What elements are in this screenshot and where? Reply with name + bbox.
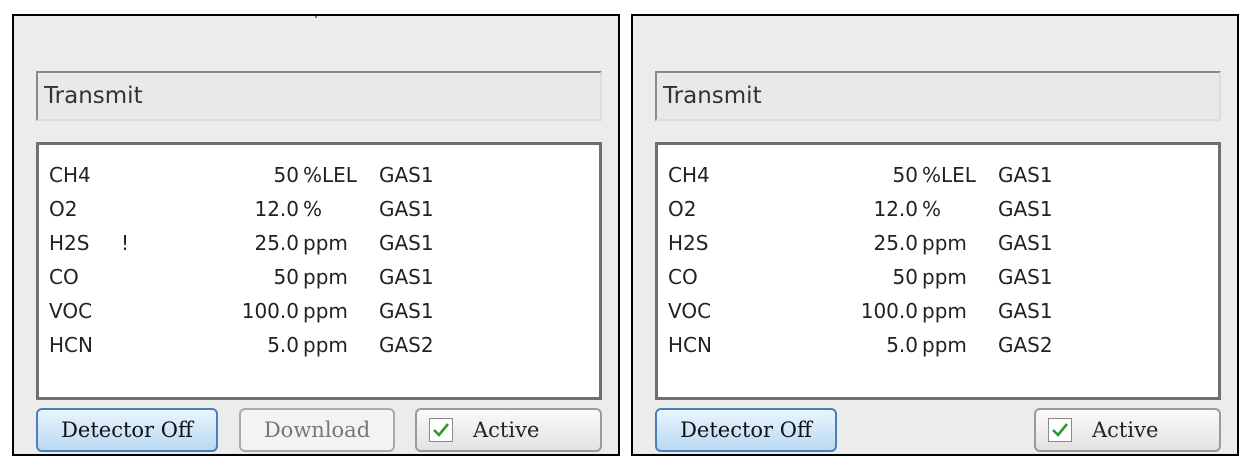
gas-channel: GAS1 — [998, 163, 1053, 187]
gas-name: CH4 — [668, 163, 710, 187]
gas-name: H2S — [668, 231, 709, 255]
gas-channel: GAS1 — [379, 231, 434, 255]
status-field: Transmit — [36, 71, 602, 121]
gas-value: 100.0 — [241, 299, 299, 323]
gas-unit: % — [922, 197, 942, 221]
gas-unit: %LEL — [303, 163, 357, 187]
gas-name: O2 — [668, 197, 697, 221]
detector-panel-right: Transmit CH4 50 %LEL GAS1 O2 12.0 % GAS1… — [631, 14, 1239, 456]
detector-panel-left: Transmit CH4 50 %LEL GAS1 O2 12.0 % GAS1… — [12, 14, 620, 456]
gas-channel: GAS1 — [379, 163, 434, 187]
gas-value: 25.0 — [873, 231, 918, 255]
gas-unit: %LEL — [922, 163, 976, 187]
reading-row: HCN 5.0 ppm GAS2 — [39, 329, 599, 363]
detector-off-button[interactable]: Detector Off — [655, 408, 837, 452]
gas-unit: ppm — [922, 231, 967, 255]
reading-row: CO 50 ppm GAS1 — [658, 261, 1218, 295]
active-checkbox[interactable]: Active — [415, 408, 602, 452]
readings-list: CH4 50 %LEL GAS1 O2 12.0 % GAS1 H2S 25.0… — [655, 142, 1221, 400]
detector-off-button[interactable]: Detector Off — [36, 408, 218, 452]
gas-value: 50 — [273, 265, 299, 289]
reading-row: H2S ! 25.0 ppm GAS1 — [39, 227, 599, 261]
readings-list: CH4 50 %LEL GAS1 O2 12.0 % GAS1 H2S ! 25… — [36, 142, 602, 400]
gas-unit: ppm — [303, 299, 348, 323]
gas-unit: ppm — [922, 333, 967, 357]
gas-unit: ppm — [922, 299, 967, 323]
gas-channel: GAS1 — [379, 197, 434, 221]
gas-value: 5.0 — [267, 333, 299, 357]
reading-row: VOC 100.0 ppm GAS1 — [658, 295, 1218, 329]
gas-channel: GAS2 — [998, 333, 1053, 357]
gas-value: 12.0 — [254, 197, 299, 221]
gas-value: 100.0 — [860, 299, 918, 323]
gas-name: HCN — [668, 333, 712, 357]
reading-row: CH4 50 %LEL GAS1 — [658, 159, 1218, 193]
gas-unit: ppm — [303, 333, 348, 357]
gas-name: CH4 — [49, 163, 91, 187]
gas-name: HCN — [49, 333, 93, 357]
gas-value: 12.0 — [873, 197, 918, 221]
gas-unit: ppm — [303, 265, 348, 289]
gas-value: 50 — [892, 265, 918, 289]
gas-channel: GAS2 — [379, 333, 434, 357]
gas-channel: GAS1 — [379, 265, 434, 289]
gas-value: 50 — [892, 163, 918, 187]
gas-name: H2S — [49, 231, 90, 255]
reading-row: O2 12.0 % GAS1 — [658, 193, 1218, 227]
status-field: Transmit — [655, 71, 1221, 121]
gas-channel: GAS1 — [379, 299, 434, 323]
gas-unit: ppm — [303, 231, 348, 255]
reading-row: H2S 25.0 ppm GAS1 — [658, 227, 1218, 261]
gas-name: O2 — [49, 197, 78, 221]
gas-channel: GAS1 — [998, 197, 1053, 221]
gas-channel: GAS1 — [998, 265, 1053, 289]
checkmark-icon[interactable] — [1048, 417, 1072, 442]
reading-row: CH4 50 %LEL GAS1 — [39, 159, 599, 193]
gas-value: 5.0 — [886, 333, 918, 357]
gas-channel: GAS1 — [998, 299, 1053, 323]
gas-name: VOC — [668, 299, 712, 323]
gas-unit: ppm — [922, 265, 967, 289]
gas-unit: % — [303, 197, 323, 221]
gas-name: CO — [668, 265, 698, 289]
reading-row: CO 50 ppm GAS1 — [39, 261, 599, 295]
download-button[interactable]: Download — [239, 408, 395, 452]
reading-row: HCN 5.0 ppm GAS2 — [658, 329, 1218, 363]
checkmark-icon[interactable] — [429, 417, 453, 442]
gas-value: 25.0 — [254, 231, 299, 255]
alarm-flag: ! — [121, 231, 130, 255]
gas-channel: GAS1 — [998, 231, 1053, 255]
gas-name: VOC — [49, 299, 93, 323]
gas-value: 50 — [273, 163, 299, 187]
reading-row: VOC 100.0 ppm GAS1 — [39, 295, 599, 329]
panel-top-marker — [315, 16, 317, 18]
active-label: Active — [1092, 418, 1159, 442]
reading-row: O2 12.0 % GAS1 — [39, 193, 599, 227]
gas-name: CO — [49, 265, 79, 289]
active-label: Active — [473, 418, 540, 442]
active-checkbox[interactable]: Active — [1034, 408, 1221, 452]
